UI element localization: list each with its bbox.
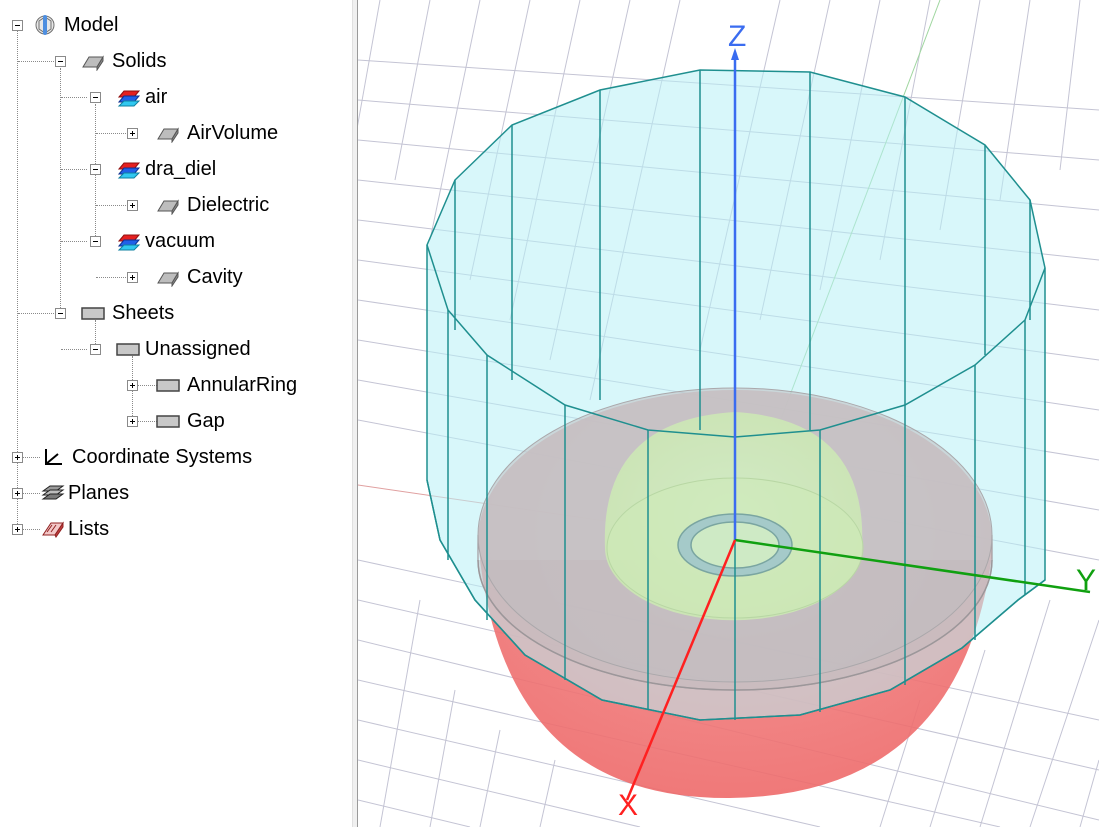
tree-item-label: Gap xyxy=(187,409,225,432)
material-icon xyxy=(117,234,141,251)
tree-item-label: vacuum xyxy=(145,229,216,252)
sheet-icon xyxy=(156,379,180,392)
solid-icon xyxy=(157,271,179,287)
lists-expand-toggle[interactable] xyxy=(12,524,23,535)
tree-item-model[interactable]: Model xyxy=(32,8,118,42)
planes-icon xyxy=(41,485,65,500)
sheet-icon xyxy=(156,415,180,428)
tree-item-label: Dielectric xyxy=(187,193,270,216)
model-collapse-toggle[interactable] xyxy=(12,20,23,31)
planes-expand-toggle[interactable] xyxy=(12,488,23,499)
sheet-icon xyxy=(81,307,105,320)
tree-item-label: Cavity xyxy=(187,265,243,288)
solids-collapse-toggle[interactable] xyxy=(55,56,66,67)
material-icon xyxy=(117,90,141,107)
model-icon xyxy=(35,15,55,35)
tree-item-solids[interactable]: Solids xyxy=(80,44,166,78)
tree-item-annularring[interactable]: AnnularRing xyxy=(155,368,297,402)
sheet-icon xyxy=(116,343,140,356)
coordinate-systems-expand-toggle[interactable] xyxy=(12,452,23,463)
y-axis-label: Y xyxy=(1076,564,1096,597)
tree-item-gap[interactable]: Gap xyxy=(155,404,225,438)
airvolume-expand-toggle[interactable] xyxy=(127,128,138,139)
tree-item-label: Sheets xyxy=(112,301,175,324)
tree-item-label: AnnularRing xyxy=(187,373,298,396)
tree-item-sheets[interactable]: Sheets xyxy=(80,296,174,330)
sheets-collapse-toggle[interactable] xyxy=(55,308,66,319)
vacuum-collapse-toggle[interactable] xyxy=(90,236,101,247)
project-tree: Model Solids air AirVolume dra_diel Diel… xyxy=(0,0,352,827)
tree-item-dielectric[interactable]: Dielectric xyxy=(155,188,269,222)
tree-item-label: Lists xyxy=(68,517,110,540)
tree-item-label: Unassigned xyxy=(145,337,251,360)
modeler-3d-viewport[interactable]: Z Y X xyxy=(358,0,1099,827)
air-collapse-toggle[interactable] xyxy=(90,92,101,103)
dielectric-expand-toggle[interactable] xyxy=(127,200,138,211)
cavity-expand-toggle[interactable] xyxy=(127,272,138,283)
solid-icon xyxy=(82,55,104,71)
tree-item-material-vacuum[interactable]: vacuum xyxy=(115,224,215,258)
tree-item-airvolume[interactable]: AirVolume xyxy=(155,116,278,150)
tree-item-label: Coordinate Systems xyxy=(72,445,253,468)
tree-item-lists[interactable]: Lists xyxy=(40,512,109,546)
tree-item-coordinate-systems[interactable]: Coordinate Systems xyxy=(40,440,252,474)
lists-icon xyxy=(42,521,64,538)
tree-item-cavity[interactable]: Cavity xyxy=(155,260,243,294)
unassigned-collapse-toggle[interactable] xyxy=(90,344,101,355)
tree-item-label: air xyxy=(145,85,168,108)
solid-icon xyxy=(157,199,179,215)
tree-item-label: AirVolume xyxy=(187,121,279,144)
annularring-expand-toggle[interactable] xyxy=(127,380,138,391)
tree-item-material-dra-diel[interactable]: dra_diel xyxy=(115,152,216,186)
viewport-canvas: Z Y X xyxy=(358,0,1099,827)
tree-item-label: Planes xyxy=(68,481,130,504)
z-axis-label: Z xyxy=(728,20,746,53)
dra-diel-collapse-toggle[interactable] xyxy=(90,164,101,175)
tree-item-label: dra_diel xyxy=(145,157,217,180)
tree-item-label: Solids xyxy=(112,49,167,72)
tree-item-planes[interactable]: Planes xyxy=(40,476,129,510)
material-icon xyxy=(117,162,141,179)
coordinate-system-icon xyxy=(45,449,62,465)
x-axis-label: X xyxy=(618,789,638,822)
solid-icon xyxy=(157,127,179,143)
tree-item-label: Model xyxy=(64,13,119,36)
gap-expand-toggle[interactable] xyxy=(127,416,138,427)
tree-item-material-air[interactable]: air xyxy=(115,80,167,114)
tree-item-unassigned[interactable]: Unassigned xyxy=(115,332,251,366)
